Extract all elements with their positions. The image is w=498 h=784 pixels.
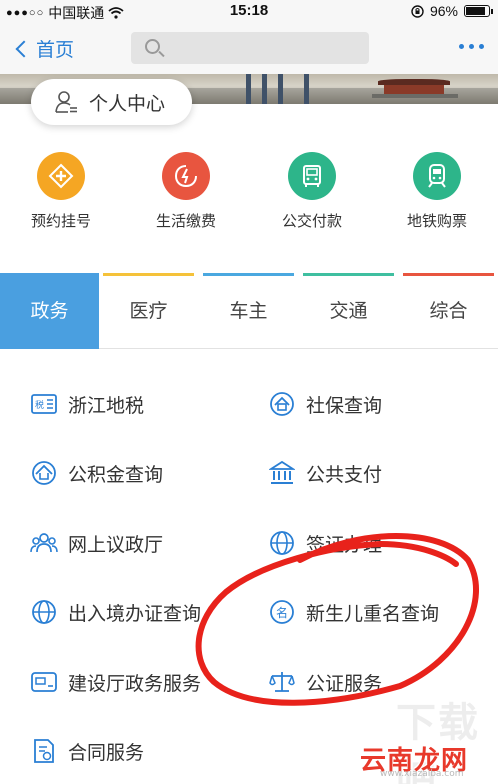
name-search-icon: 名 (268, 598, 296, 626)
people-icon (30, 529, 58, 557)
tax-icon: 税 (30, 390, 58, 418)
quick-service-label: 预约挂号 (30, 213, 91, 230)
housing-fund-icon (30, 459, 58, 487)
tab-color-bar (203, 273, 294, 276)
medical-cross-icon (48, 163, 74, 189)
watermark: 云南龙网 www.xiazaiba.com (360, 738, 498, 784)
tab-government[interactable]: 政务 (0, 273, 99, 349)
quick-service-icon-bg (162, 152, 210, 200)
navigation-bar: 首页 (0, 22, 498, 74)
quick-service-label: 公交付款 (281, 213, 342, 230)
tab-label: 交通 (329, 301, 368, 322)
category-tabs: 政务 医疗 车主 交通 综合 (0, 273, 498, 349)
tab-label: 政务 (30, 301, 69, 322)
personal-center-button[interactable]: 个人中心 (31, 79, 192, 125)
quick-service-icon-bg (413, 152, 461, 200)
service-zhejiang-tax[interactable]: 税 浙江地税 (30, 390, 144, 418)
bank-icon (268, 459, 296, 487)
tab-label: 医疗 (129, 301, 168, 322)
tab-label: 综合 (429, 301, 468, 322)
tab-color-bar (303, 273, 394, 276)
watermark-url: www.xiazaiba.com (380, 769, 464, 779)
tab-color-bar (403, 273, 494, 276)
service-notary[interactable]: 公证服务 (268, 668, 382, 696)
tab-traffic[interactable]: 交通 (299, 273, 398, 349)
orientation-lock-icon (411, 4, 424, 18)
quick-service-appointment[interactable]: 预约挂号 (6, 152, 116, 231)
bus-card-icon (303, 165, 321, 187)
battery-icon (464, 5, 493, 17)
battery-percent: 96% (429, 3, 458, 19)
service-label: 合同服务 (68, 742, 145, 764)
globe-icon (30, 598, 58, 626)
subway-icon (428, 164, 446, 188)
tab-color-bar (0, 273, 99, 276)
tab-label: 车主 (229, 301, 268, 322)
user-profile-icon (55, 91, 77, 113)
service-label: 浙江地税 (68, 395, 145, 417)
chevron-left-icon (15, 40, 33, 57)
service-label: 签证办理 (306, 534, 383, 556)
quick-service-bill-payment[interactable]: 生活缴费 (131, 152, 241, 231)
status-bar: ●●●○○ 中国联通 15:18 96% (0, 0, 498, 22)
service-label: 建设厅政务服务 (68, 673, 202, 695)
service-visa[interactable]: 签证办理 (268, 529, 382, 557)
globe-icon (268, 529, 296, 557)
quick-services: 预约挂号 生活缴费 公交付款 地铁购票 (0, 152, 498, 242)
service-label: 社保查询 (306, 395, 383, 417)
search-input[interactable] (131, 32, 369, 64)
more-dot-icon (459, 44, 464, 49)
back-button[interactable]: 首页 (14, 35, 74, 62)
service-newborn-name-query[interactable]: 名 新生儿重名查询 (268, 598, 439, 626)
svg-text:名: 名 (276, 605, 288, 620)
service-label: 出入境办证查询 (68, 603, 202, 625)
service-label: 公共支付 (306, 464, 383, 486)
back-label: 首页 (36, 40, 75, 61)
svg-text:税: 税 (35, 399, 44, 411)
service-label: 公积金查询 (68, 464, 164, 486)
service-public-payment[interactable]: 公共支付 (268, 459, 382, 487)
quick-service-subway-ticket[interactable]: 地铁购票 (382, 152, 492, 231)
search-icon (145, 39, 160, 54)
more-menu-button[interactable] (459, 44, 484, 49)
quick-service-icon-bg (288, 152, 336, 200)
service-housing-fund[interactable]: 公积金查询 (30, 459, 163, 487)
quick-service-bus-payment[interactable]: 公交付款 (257, 152, 367, 231)
pavilion-image (370, 76, 460, 100)
card-icon (30, 668, 58, 696)
service-exit-entry-query[interactable]: 出入境办证查询 (30, 598, 201, 626)
tab-color-bar (103, 273, 194, 276)
service-online-forum[interactable]: 网上议政厅 (30, 529, 163, 557)
more-dot-icon (479, 44, 484, 49)
service-label: 网上议政厅 (68, 534, 164, 556)
personal-center-label: 个人中心 (89, 93, 166, 115)
quick-service-label: 地铁购票 (406, 213, 467, 230)
service-label: 公证服务 (306, 673, 383, 695)
service-social-security[interactable]: 社保查询 (268, 390, 382, 418)
tab-car-owner[interactable]: 车主 (199, 273, 298, 349)
service-contract[interactable]: 合同服务 (30, 737, 144, 765)
tab-general[interactable]: 综合 (399, 273, 498, 349)
social-security-icon (268, 390, 296, 418)
more-dot-icon (469, 44, 474, 49)
payment-icon (174, 165, 197, 188)
contract-icon (30, 737, 58, 765)
quick-service-icon-bg (37, 152, 85, 200)
scales-icon (268, 668, 296, 696)
quick-service-label: 生活缴费 (155, 213, 216, 230)
tab-medical[interactable]: 医疗 (99, 273, 198, 349)
service-label: 新生儿重名查询 (306, 603, 440, 625)
service-construction-dept[interactable]: 建设厅政务服务 (30, 668, 201, 696)
